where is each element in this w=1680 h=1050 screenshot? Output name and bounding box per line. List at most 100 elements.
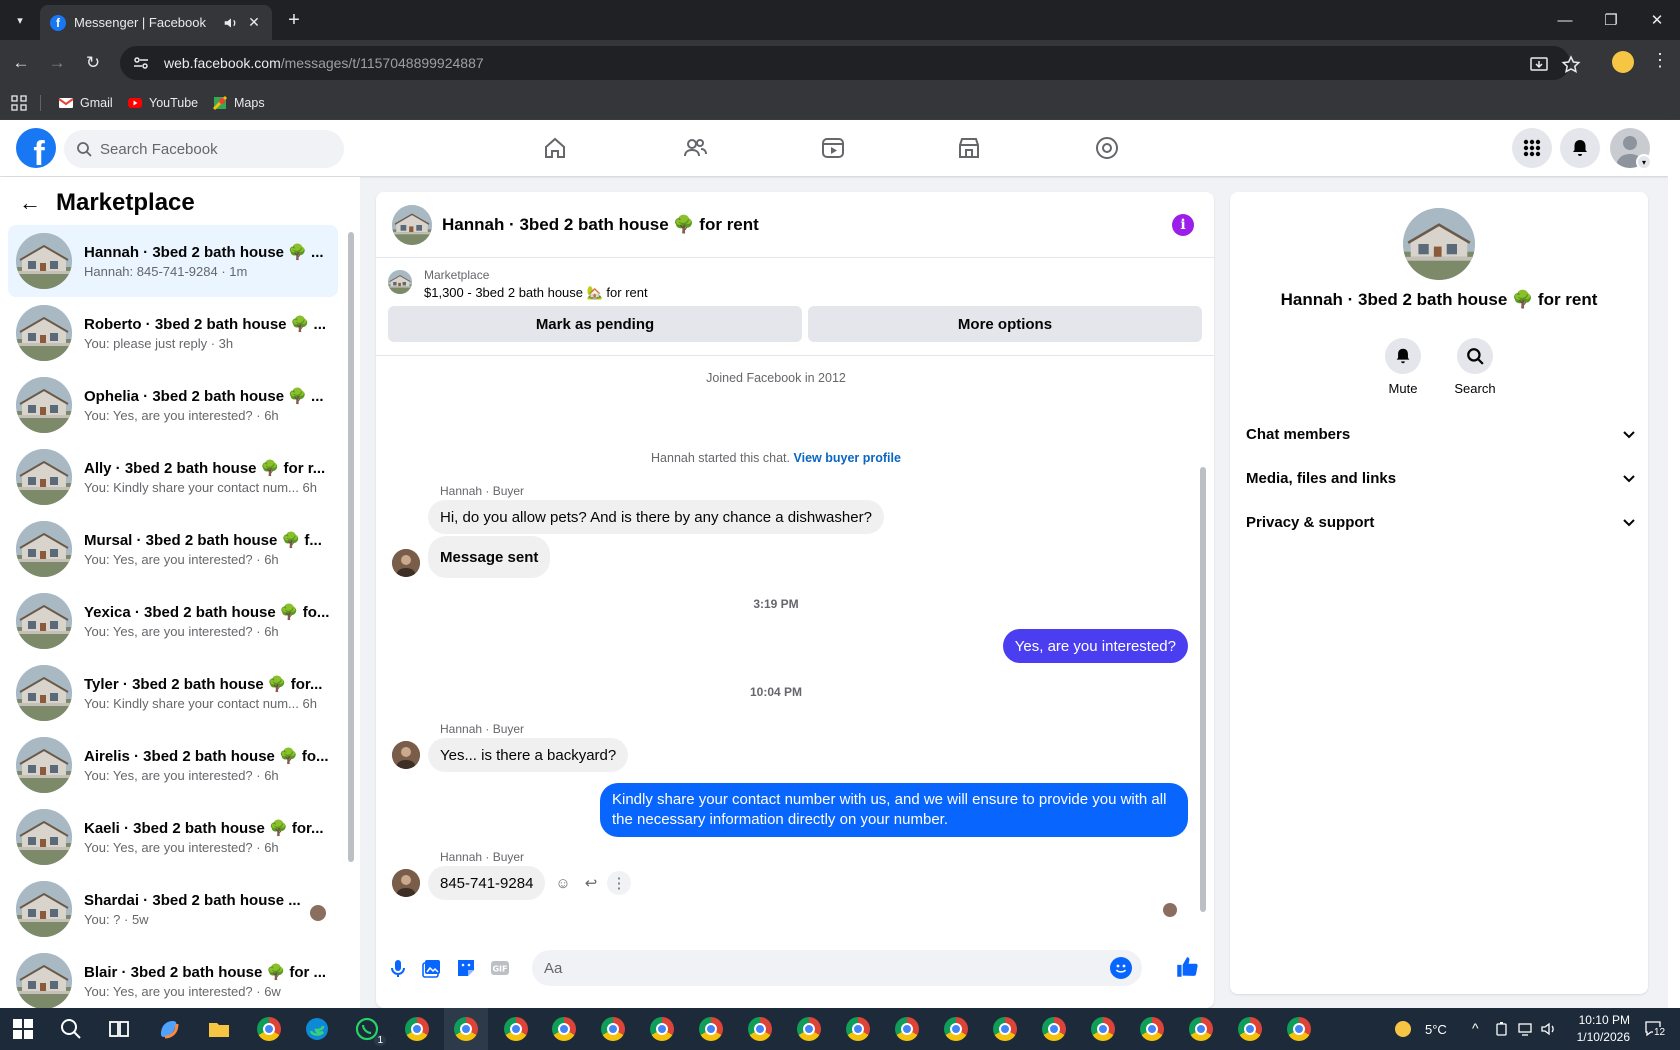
chat-list-item[interactable]: Ophelia · 3bed 2 bath house 🌳 ... You: Ye… [8, 369, 338, 441]
search-in-conversation-button[interactable]: Search [1445, 338, 1505, 396]
facebook-logo-icon[interactable]: f [16, 128, 56, 168]
bookmark-maps[interactable]: Maps [212, 91, 265, 115]
back-icon[interactable]: ← [8, 50, 34, 76]
tray-overflow-icon[interactable]: ^ [1472, 1020, 1479, 1036]
chrome-taskbar-icon[interactable] [503, 1016, 529, 1042]
minimize-icon[interactable]: — [1542, 0, 1588, 40]
chrome-taskbar-icon[interactable] [747, 1016, 773, 1042]
chrome-taskbar-icon[interactable] [1139, 1016, 1165, 1042]
nav-video[interactable] [778, 128, 888, 168]
details-thumbnail[interactable] [1403, 208, 1475, 280]
chat-list-item[interactable]: Yexica · 3bed 2 bath house 🌳 fo... You: Y… [8, 585, 338, 657]
listing-title[interactable]: $1,300 - 3bed 2 bath house 🏡 for rent [424, 285, 648, 301]
gif-icon[interactable]: GIF [488, 956, 512, 980]
notifications-button[interactable] [1560, 128, 1600, 168]
restore-icon[interactable]: ❐ [1588, 0, 1634, 40]
chrome-taskbar-icon[interactable] [698, 1016, 724, 1042]
message-bubble-incoming[interactable]: Yes... is there a backyard? [428, 738, 629, 772]
mute-button[interactable]: Mute [1373, 338, 1433, 396]
bookmark-gmail[interactable]: Gmail [58, 91, 113, 115]
reply-icon[interactable]: ↩ [579, 871, 603, 895]
nav-gaming[interactable] [1052, 128, 1162, 168]
more-actions-icon[interactable]: ⋮ [607, 871, 631, 895]
install-app-icon[interactable] [1528, 54, 1550, 76]
chrome-taskbar-icon[interactable] [1041, 1016, 1067, 1042]
whatsapp-icon[interactable]: 1 [354, 1016, 386, 1046]
chat-list-item[interactable]: Ally · 3bed 2 bath house 🌳 for r... You: … [8, 441, 338, 513]
message-bubble-incoming[interactable]: 845-741-9284 [428, 866, 546, 900]
windows-start-icon[interactable] [10, 1016, 36, 1042]
conversation-thumbnail[interactable] [392, 204, 432, 245]
microphone-icon[interactable] [386, 956, 410, 980]
chat-list-item[interactable]: Kaeli · 3bed 2 bath house 🌳 for... You: Y… [8, 801, 338, 873]
section-media-files-links[interactable]: Media, files and links [1246, 458, 1636, 498]
copilot-icon[interactable] [156, 1016, 182, 1042]
chrome-taskbar-icon[interactable] [600, 1016, 626, 1042]
view-buyer-profile-link[interactable]: View buyer profile [794, 451, 901, 465]
section-privacy-support[interactable]: Privacy & support [1246, 502, 1636, 542]
thumbs-up-icon[interactable] [1174, 954, 1200, 980]
chat-list-item[interactable]: Mursal · 3bed 2 bath house 🌳 f... You: Ye… [8, 513, 338, 585]
reload-icon[interactable]: ↻ [80, 50, 106, 76]
window-close-icon[interactable]: ✕ [1634, 0, 1680, 40]
chat-list-item[interactable]: Blair · 3bed 2 bath house 🌳 for ... You: … [8, 945, 338, 1017]
chat-list-item[interactable]: Tyler · 3bed 2 bath house 🌳 for... You: K… [8, 657, 338, 729]
listing-thumbnail[interactable] [388, 270, 412, 294]
chrome-taskbar-icon[interactable] [894, 1016, 920, 1042]
chat-list-item[interactable]: Airelis · 3bed 2 bath house 🌳 fo... You: … [8, 729, 338, 801]
facebook-search[interactable] [64, 130, 344, 168]
site-settings-icon[interactable] [132, 54, 150, 72]
task-view-icon[interactable] [106, 1016, 132, 1042]
network-icon[interactable] [1517, 1021, 1533, 1037]
new-tab-icon[interactable]: + [282, 8, 306, 32]
emoji-icon[interactable] [1110, 957, 1132, 979]
sticker-icon[interactable] [454, 956, 478, 980]
sender-avatar[interactable] [392, 869, 420, 897]
clock-date[interactable]: 1/10/2026 [1570, 1030, 1630, 1044]
chrome-profile-icon[interactable] [1612, 51, 1634, 73]
file-explorer-icon[interactable] [206, 1016, 232, 1042]
tab-close-icon[interactable]: ✕ [246, 14, 262, 31]
chrome-taskbar-icon[interactable] [1188, 1016, 1214, 1042]
edge-icon[interactable] [304, 1016, 330, 1042]
forward-icon[interactable]: → [44, 50, 70, 76]
conversation-title[interactable]: Hannah · 3bed 2 bath house 🌳 for rent [442, 215, 759, 235]
message-bubble-incoming[interactable]: Message sent [428, 536, 551, 578]
mark-as-pending-button[interactable]: Mark as pending [388, 306, 802, 342]
chrome-taskbar-icon[interactable] [1090, 1016, 1116, 1042]
page-scrollbar[interactable] [1668, 120, 1680, 1008]
message-bubble-outgoing[interactable]: Kindly share your contact number with us… [600, 783, 1188, 837]
menu-grid-button[interactable] [1512, 128, 1552, 168]
message-scrollbar[interactable] [1198, 357, 1208, 927]
chrome-taskbar-icon[interactable] [551, 1016, 577, 1042]
message-bubble-incoming[interactable]: Hi, do you allow pets? And is there by a… [428, 500, 884, 534]
sender-avatar[interactable] [392, 549, 420, 577]
chrome-taskbar-icon[interactable] [404, 1016, 430, 1042]
chrome-taskbar-icon[interactable] [796, 1016, 822, 1042]
chrome-taskbar-icon[interactable] [943, 1016, 969, 1042]
facebook-search-input[interactable] [100, 140, 320, 158]
chrome-taskbar-icon[interactable] [1237, 1016, 1263, 1042]
bookmark-youtube[interactable]: YouTube [127, 91, 198, 115]
clock-time[interactable]: 10:10 PM [1570, 1013, 1630, 1027]
volume-icon[interactable] [1540, 1021, 1558, 1037]
notification-center-icon[interactable]: 12 [1643, 1018, 1669, 1040]
chrome-taskbar-icon-active[interactable] [453, 1016, 479, 1042]
chrome-taskbar-icon[interactable] [845, 1016, 871, 1042]
bookmark-star-icon[interactable] [1560, 54, 1582, 76]
sender-avatar[interactable] [392, 741, 420, 769]
chrome-taskbar-icon[interactable] [1286, 1016, 1312, 1042]
message-bubble-outgoing[interactable]: Yes, are you interested? [1002, 629, 1188, 663]
chat-list-scrollbar[interactable] [347, 232, 355, 1050]
message-input[interactable] [544, 959, 1084, 977]
chrome-menu-icon[interactable]: ⋮ [1650, 50, 1670, 74]
info-icon[interactable]: i [1172, 214, 1194, 236]
chrome-taskbar-icon[interactable] [256, 1016, 282, 1042]
weather-icon[interactable] [1392, 1018, 1414, 1040]
chat-list-item[interactable]: Shardai · 3bed 2 bath house ... You: ? · … [8, 873, 338, 945]
nav-friends[interactable] [640, 128, 750, 168]
taskbar-search-icon[interactable] [58, 1016, 84, 1042]
photo-attach-icon[interactable] [420, 956, 444, 980]
back-arrow-icon[interactable]: ← [16, 189, 44, 217]
speaker-icon[interactable] [222, 14, 240, 32]
